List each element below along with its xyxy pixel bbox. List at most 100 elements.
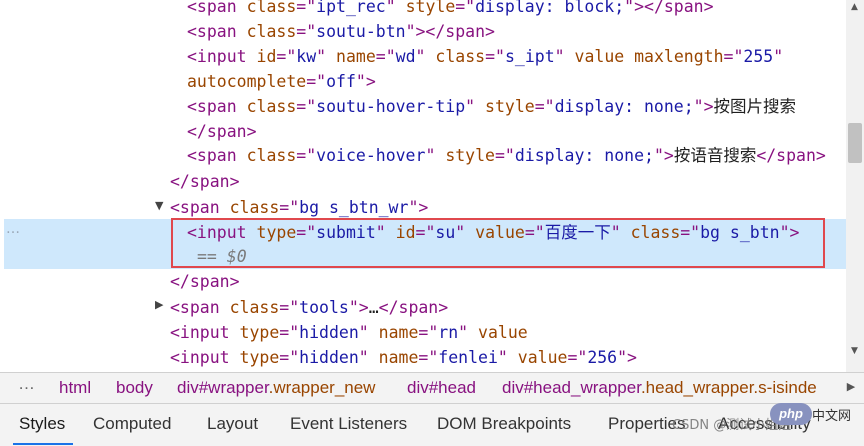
scroll-up-arrow-icon[interactable]: ▲ — [851, 2, 858, 12]
dom-token: </span> — [756, 146, 826, 165]
dom-token: <input — [187, 223, 257, 242]
dom-token: </span> — [170, 272, 240, 291]
dom-token: value — [574, 47, 625, 66]
vertical-scrollbar[interactable]: ▲ ▼ — [846, 0, 864, 372]
dom-token: value — [478, 323, 528, 342]
dom-token: style — [445, 146, 495, 165]
dom-token: off — [326, 72, 356, 91]
dom-line[interactable]: <span class="ipt_rec" style="display: bl… — [187, 0, 846, 19]
dom-token: 256 — [587, 348, 618, 367]
dom-token: id — [395, 223, 416, 242]
dom-token: " — [316, 47, 337, 66]
php-logo-suffix: 中文网 — [812, 409, 852, 424]
dom-token: "></span> — [624, 0, 714, 16]
breadcrumb-item-head[interactable]: div#head — [407, 373, 476, 402]
dom-token: =" — [306, 72, 327, 91]
dom-token: hidden — [299, 323, 359, 342]
dom-token: soutu-hover-tip — [316, 97, 466, 116]
dom-token: " — [465, 97, 486, 116]
breadcrumb-overflow[interactable]: … — [18, 373, 35, 398]
dom-token: =" — [296, 223, 317, 242]
dom-token — [624, 47, 634, 66]
dom-line[interactable]: <input id="kw" name="wd" class="s_ipt" v… — [187, 45, 846, 69]
dom-token: </span> — [378, 298, 449, 317]
tab-layout[interactable]: Layout — [207, 404, 258, 444]
dom-token: =" — [494, 146, 515, 165]
dom-token: type — [256, 223, 297, 242]
tab-computed[interactable]: Computed — [93, 404, 171, 444]
dom-token: 255 — [743, 47, 774, 66]
dom-line[interactable]: <span class="tools">…</span> — [170, 296, 846, 320]
dom-token: =" — [485, 47, 505, 66]
dom-line[interactable]: <input type="submit" id="su" value="百度一下… — [187, 221, 846, 245]
dom-token: <span — [187, 22, 247, 41]
dom-token: =" — [524, 223, 545, 242]
dom-token: 按图片搜索 — [713, 97, 797, 116]
dom-token: class — [246, 146, 297, 165]
dom-token: rn — [438, 323, 459, 342]
dom-token: =" — [296, 0, 317, 16]
dom-token: bg s_btn — [700, 223, 780, 242]
breadcrumb-scroll-right-icon[interactable]: ▶ — [838, 373, 864, 402]
dom-token: name — [378, 323, 419, 342]
dom-token: class — [229, 198, 280, 217]
breadcrumb-item-body[interactable]: body — [116, 373, 153, 402]
dom-token: =" — [567, 348, 588, 367]
dom-token: =" — [279, 198, 300, 217]
dom-token: su — [435, 223, 456, 242]
dom-token: "> — [779, 223, 800, 242]
elements-dom-tree[interactable]: … ▼ ▶ <span class="ipt_rec" style="displ… — [0, 0, 846, 372]
dom-token: =" — [279, 323, 300, 342]
dom-token: s_ipt — [504, 47, 555, 66]
dom-token: autocomplete — [187, 72, 307, 91]
dom-token: " — [455, 223, 476, 242]
scrollbar-thumb[interactable] — [848, 123, 862, 163]
dom-line[interactable]: <span class="soutu-btn"></span> — [187, 20, 846, 44]
dom-token: class — [229, 298, 280, 317]
dom-line[interactable]: <span class="bg s_btn_wr"> — [170, 196, 846, 220]
dom-token: =" — [415, 223, 436, 242]
dom-token: … — [368, 298, 379, 317]
dom-token: " — [773, 47, 784, 66]
dom-token: "> — [693, 97, 714, 116]
dom-line[interactable]: </span> — [187, 120, 846, 144]
dom-line[interactable]: <input type="hidden" name="fenlei" value… — [170, 346, 846, 370]
dom-line[interactable]: == $0 — [197, 245, 846, 269]
expand-arrow-right-icon[interactable]: ▶ — [155, 298, 163, 311]
dom-token: maxlength — [634, 47, 724, 66]
dom-token: voice-hover — [316, 146, 426, 165]
dom-token: " — [425, 146, 446, 165]
dom-line[interactable]: <span class="soutu-hover-tip" style="dis… — [187, 95, 846, 119]
dom-token: value — [475, 223, 525, 242]
dom-token: =" — [279, 298, 300, 317]
breadcrumb-item-html[interactable]: html — [59, 373, 91, 402]
scroll-down-arrow-icon[interactable]: ▼ — [851, 346, 858, 356]
dom-token: class — [246, 22, 297, 41]
dom-line[interactable]: <input type="hidden" name="rn" value — [170, 321, 846, 345]
dom-token: " — [358, 323, 379, 342]
expand-arrow-down-icon[interactable]: ▼ — [155, 199, 163, 212]
tab-styles[interactable]: Styles — [12, 404, 74, 445]
dom-token: style — [405, 0, 456, 16]
breadcrumb-item-head-wrapper[interactable]: div#head_wrapper.head_wrapper.s-isinde — [502, 373, 817, 402]
dom-token: class — [246, 97, 297, 116]
dom-line[interactable]: <span class="voice-hover" style="display… — [187, 144, 846, 168]
dom-token: display: none; — [514, 146, 654, 165]
dom-token: name — [336, 47, 376, 66]
dom-token: soutu-btn — [316, 22, 406, 41]
tab-dom-breakpoints[interactable]: DOM Breakpoints — [437, 404, 571, 444]
dom-line[interactable]: </span> — [170, 170, 846, 194]
selected-node-menu-dots[interactable]: … — [6, 221, 20, 237]
dom-token: tools — [299, 298, 349, 317]
dom-token: "> — [653, 146, 674, 165]
dom-token: bg s_btn_wr — [299, 198, 409, 217]
dom-line[interactable]: </span> — [170, 270, 846, 294]
tab-event-listeners[interactable]: Event Listeners — [290, 404, 407, 444]
dom-token: <input — [170, 348, 240, 367]
dom-token: =" — [723, 47, 744, 66]
dom-token: class — [435, 47, 486, 66]
dom-token: value — [517, 348, 568, 367]
dom-token: =" — [418, 323, 439, 342]
dom-line[interactable]: autocomplete="off"> — [187, 70, 846, 94]
breadcrumb-item-wrapper[interactable]: div#wrapper.wrapper_new — [177, 373, 375, 402]
